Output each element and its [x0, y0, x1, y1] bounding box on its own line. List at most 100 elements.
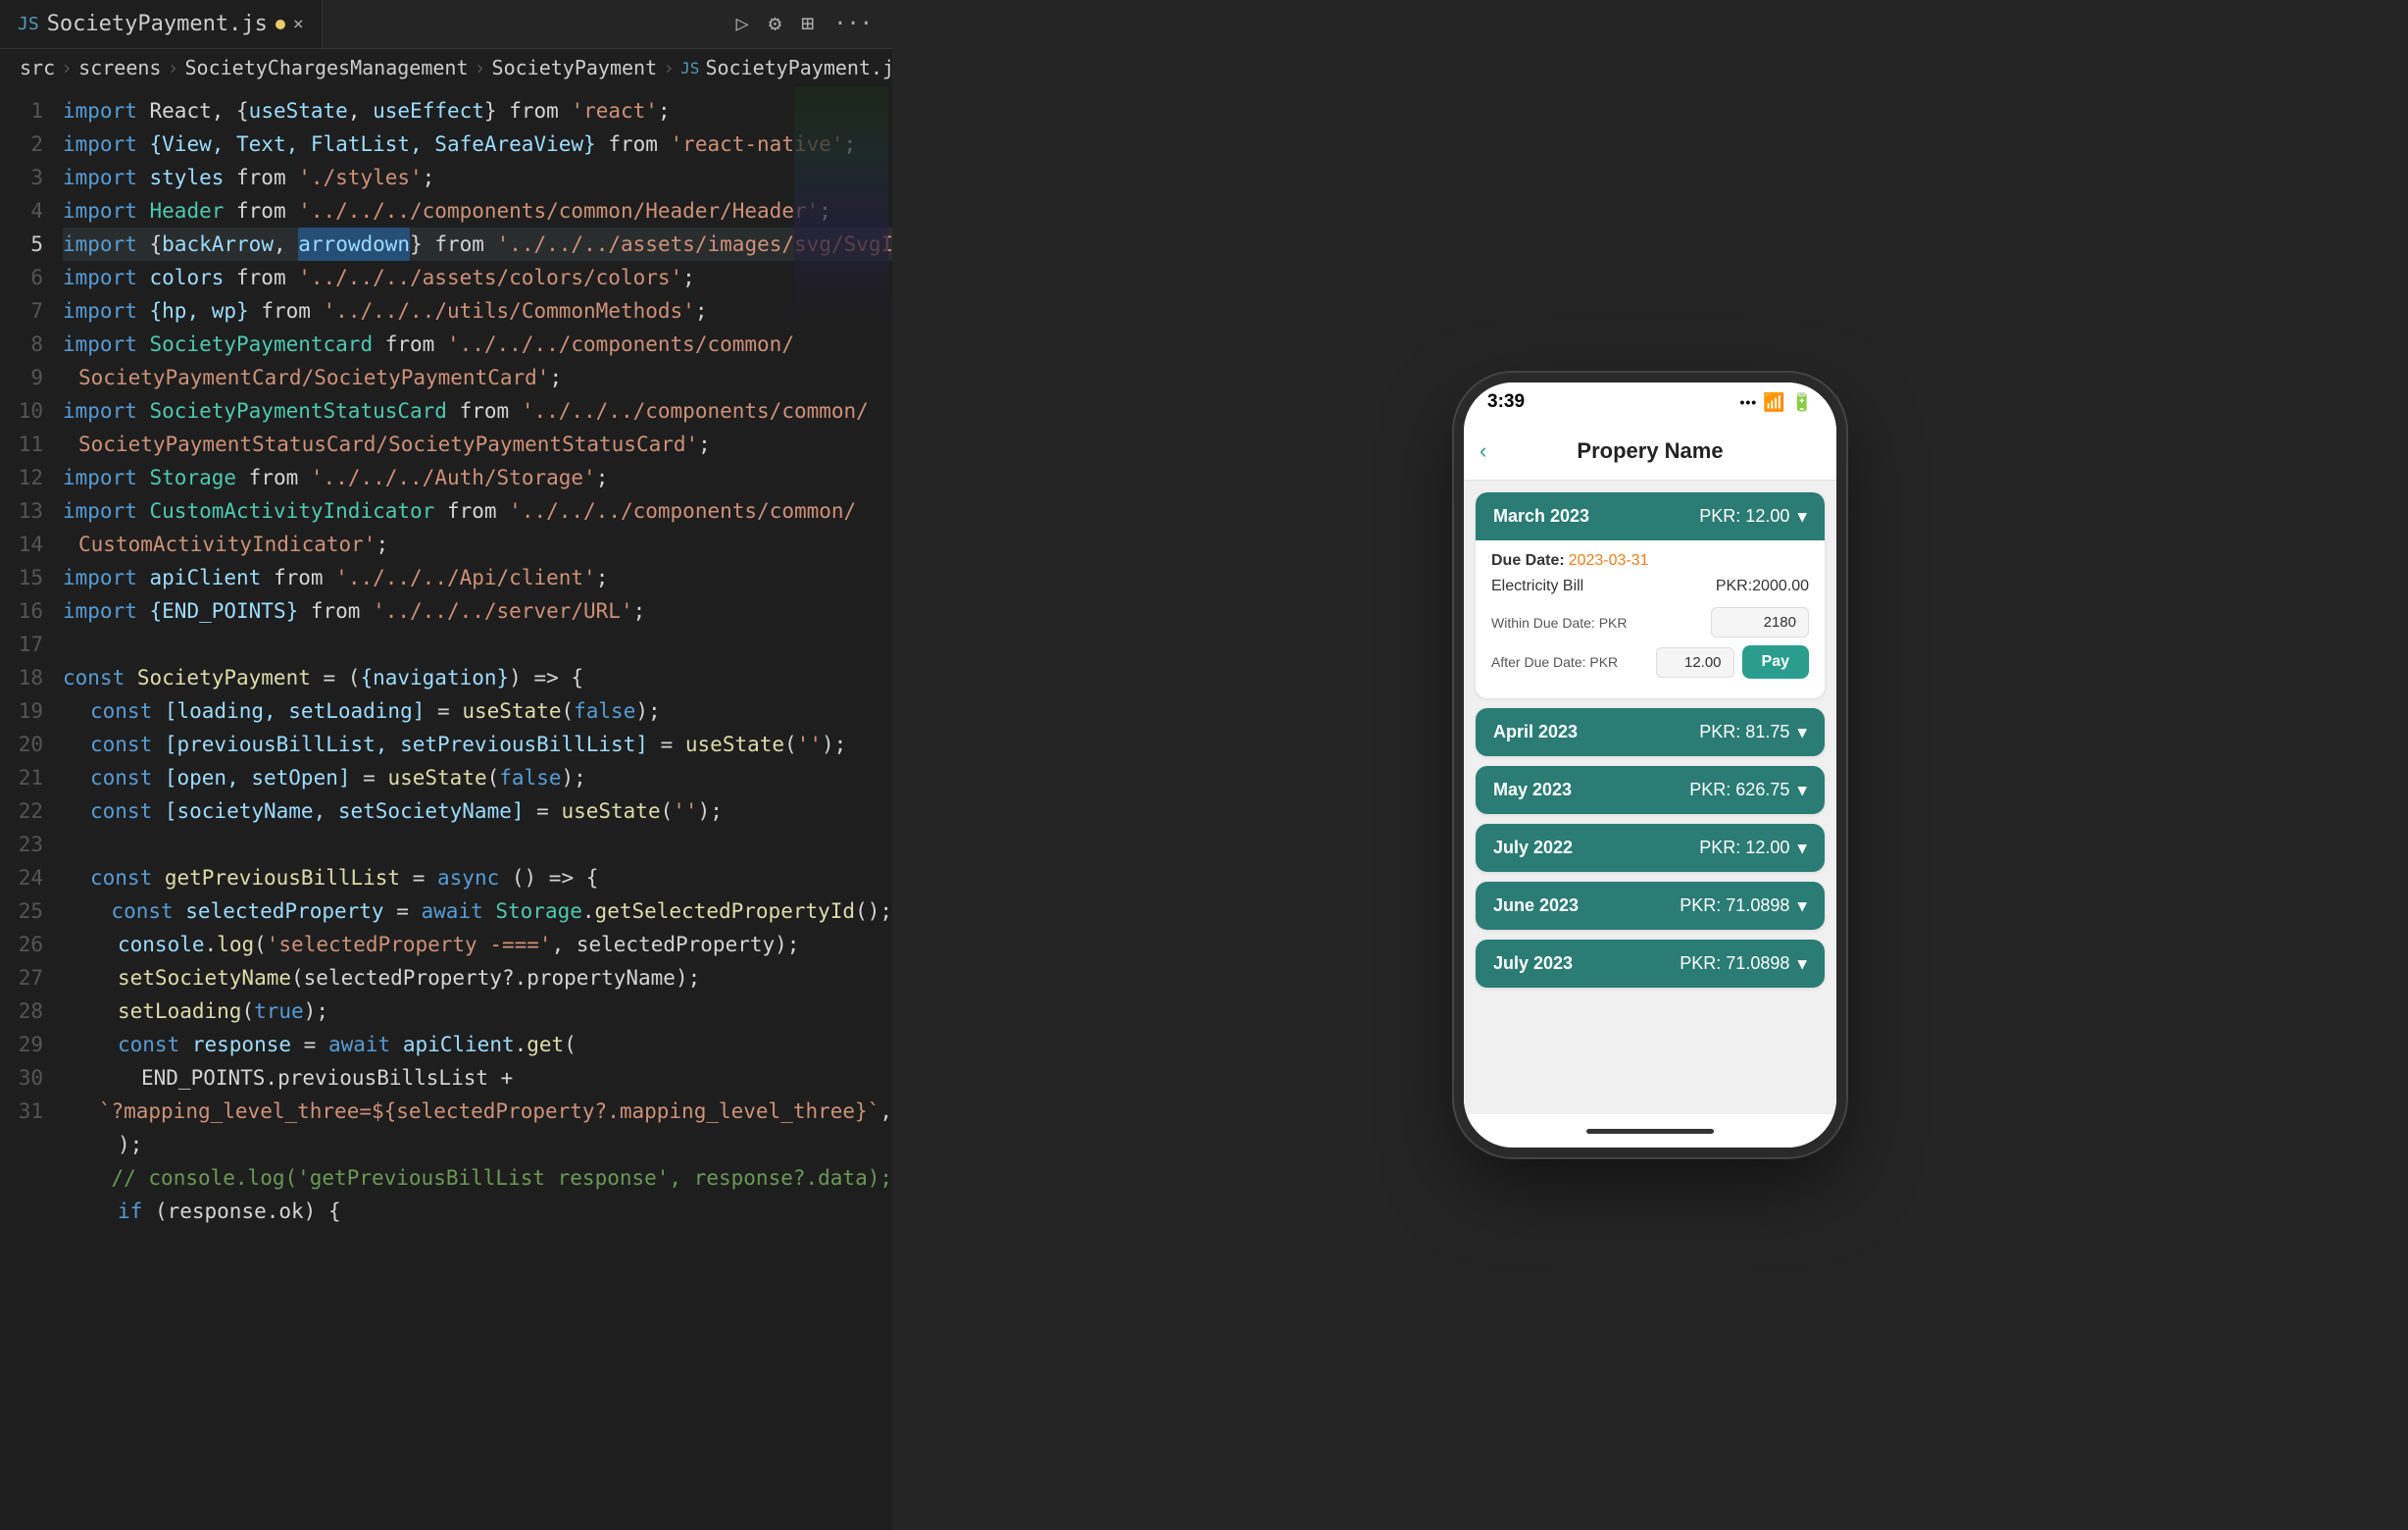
- code-line-12: import apiClient from '../../../Api/clie…: [63, 561, 892, 594]
- payment-right-july2023: PKR: 71.0898 ▼: [1680, 953, 1807, 974]
- active-tab[interactable]: JS SocietyPayment.js ×: [0, 0, 323, 48]
- bc-society[interactable]: SocietyChargesManagement: [185, 56, 469, 79]
- payment-card-march: March 2023 PKR: 12.00 ▼ Due Date: 2023-0…: [1476, 492, 1825, 698]
- phone-bottom-bar: [1464, 1114, 1836, 1148]
- payment-amount-april: PKR: 81.75: [1699, 722, 1789, 742]
- code-line-20: [63, 828, 892, 861]
- code-line-19: const [societyName, setSocietyName] = us…: [63, 794, 892, 828]
- tab-actions: ▷ ⚙ ⊞ ···: [736, 12, 893, 36]
- bc-payment[interactable]: SocietyPayment: [492, 56, 658, 79]
- payment-card-header-march[interactable]: March 2023 PKR: 12.00 ▼: [1476, 492, 1825, 540]
- tab-close-btn[interactable]: ×: [293, 14, 304, 34]
- code-area: 1234 5 6789 10111213 1415161718 19202122…: [0, 86, 892, 1530]
- code-line-6: import colors from '../../../assets/colo…: [63, 261, 892, 294]
- pay-button[interactable]: Pay: [1742, 645, 1809, 679]
- code-line-28: `?mapping_level_three=${selectedProperty…: [63, 1095, 892, 1128]
- payment-right-june: PKR: 71.0898 ▼: [1680, 895, 1807, 916]
- code-line-25: setLoading(true);: [63, 994, 892, 1028]
- payment-card-header-april[interactable]: April 2023 PKR: 81.75 ▼: [1476, 708, 1825, 756]
- payment-card-header-july2023[interactable]: July 2023 PKR: 71.0898 ▼: [1476, 940, 1825, 988]
- wifi-icon: 📶: [1763, 392, 1784, 413]
- code-line-3: import styles from './styles';: [63, 161, 892, 194]
- chevron-may: ▼: [1797, 781, 1807, 799]
- line-numbers: 1234 5 6789 10111213 1415161718 19202122…: [0, 86, 55, 1530]
- code-line-14: [63, 628, 892, 661]
- editor-panel: JS SocietyPayment.js × ▷ ⚙ ⊞ ··· src › s…: [0, 0, 892, 1530]
- code-line-10: import Storage from '../../../Auth/Stora…: [63, 461, 892, 494]
- minimap: [794, 86, 888, 322]
- code-line-11b: CustomActivityIndicator';: [63, 528, 892, 561]
- payment-month-june: June 2023: [1493, 895, 1579, 916]
- code-line-9a: import SocietyPaymentStatusCard from '..…: [63, 394, 892, 428]
- payment-card-july2022: July 2022 PKR: 12.00 ▼: [1476, 824, 1825, 872]
- card-details-march: Due Date: 2023-03-31 Electricity Bill PK…: [1476, 540, 1825, 698]
- run-icon[interactable]: ▷: [736, 12, 749, 36]
- code-line-15: const SocietyPayment = ({navigation}) =>…: [63, 661, 892, 694]
- payment-card-july2023: July 2023 PKR: 71.0898 ▼: [1476, 940, 1825, 988]
- payment-month-july2023: July 2023: [1493, 953, 1573, 974]
- modified-dot: [276, 20, 285, 29]
- payment-amount-july2023: PKR: 71.0898: [1680, 953, 1789, 974]
- bc-filename[interactable]: SocietyPayment.js: [705, 56, 906, 79]
- after-label: After Due Date: PKR: [1491, 654, 1618, 670]
- due-date-row: Due Date: 2023-03-31: [1491, 552, 1809, 570]
- code-line-8b: SocietyPaymentCard/SocietyPaymentCard';: [63, 361, 892, 394]
- payment-month-march: March 2023: [1493, 506, 1589, 527]
- payment-card-may: May 2023 PKR: 626.75 ▼: [1476, 766, 1825, 814]
- chevron-july2023: ▼: [1797, 954, 1807, 973]
- code-line-4: import Header from '../../../components/…: [63, 194, 892, 228]
- code-line-2: import {View, Text, FlatList, SafeAreaVi…: [63, 128, 892, 161]
- debug-icon[interactable]: ⚙: [769, 12, 781, 36]
- code-line-24: setSocietyName(selectedProperty?.propert…: [63, 961, 892, 994]
- payment-list: March 2023 PKR: 12.00 ▼ Due Date: 2023-0…: [1464, 481, 1836, 1114]
- js-file-icon: JS: [18, 14, 39, 34]
- code-line-7: import {hp, wp} from '../../../utils/Com…: [63, 294, 892, 328]
- bc-screens[interactable]: screens: [78, 56, 161, 79]
- after-input[interactable]: [1656, 647, 1734, 678]
- code-line-1: import React, {useState, useEffect} from…: [63, 94, 892, 128]
- chevron-june: ▼: [1797, 896, 1807, 915]
- payment-month-july2022: July 2022: [1493, 838, 1573, 858]
- payment-amount-july2022: PKR: 12.00: [1699, 838, 1789, 858]
- app-header: ‹ Propery Name: [1464, 422, 1836, 481]
- code-line-9b: SocietyPaymentStatusCard/SocietyPaymentS…: [63, 428, 892, 461]
- payment-right-april: PKR: 81.75 ▼: [1699, 722, 1807, 742]
- code-line-21: const getPreviousBillList = async () => …: [63, 861, 892, 894]
- payment-right-july2022: PKR: 12.00 ▼: [1699, 838, 1807, 858]
- bc-src[interactable]: src: [20, 56, 55, 79]
- due-date-value: 2023-03-31: [1569, 552, 1649, 570]
- payment-amount-may: PKR: 626.75: [1689, 780, 1789, 800]
- after-input-group: Pay: [1656, 645, 1809, 679]
- code-line-5: import {backArrow, arrowdown} from '../.…: [63, 228, 892, 261]
- payment-amount-march: PKR: 12.00: [1699, 506, 1789, 527]
- status-bar: 3:39 ••• 📶 🔋: [1464, 382, 1836, 422]
- signal-icon: •••: [1739, 394, 1757, 410]
- back-button[interactable]: ‹: [1480, 438, 1486, 464]
- code-line-13: import {END_POINTS} from '../../../serve…: [63, 594, 892, 628]
- layout-icon[interactable]: ⊞: [801, 12, 814, 36]
- payment-right-march: PKR: 12.00 ▼: [1699, 506, 1807, 527]
- more-icon[interactable]: ···: [833, 12, 873, 36]
- payment-card-header-may[interactable]: May 2023 PKR: 626.75 ▼: [1476, 766, 1825, 814]
- payment-month-april: April 2023: [1493, 722, 1578, 742]
- code-line-18: const [open, setOpen] = useState(false);: [63, 761, 892, 794]
- code-line-27: END_POINTS.previousBillsList +: [63, 1061, 892, 1095]
- within-duedate-row: Within Due Date: PKR: [1491, 607, 1809, 638]
- tab-bar: JS SocietyPayment.js × ▷ ⚙ ⊞ ···: [0, 0, 892, 49]
- payment-card-header-july2022[interactable]: July 2022 PKR: 12.00 ▼: [1476, 824, 1825, 872]
- bill-name: Electricity Bill: [1491, 578, 1583, 595]
- tab-filename: SocietyPayment.js: [47, 12, 268, 36]
- bill-row-electricity: Electricity Bill PKR:2000.00: [1491, 578, 1809, 595]
- chevron-july2022: ▼: [1797, 839, 1807, 857]
- code-line-31: if (response.ok) {: [63, 1195, 892, 1228]
- breadcrumb: src › screens › SocietyChargesManagement…: [0, 49, 892, 86]
- battery-icon: 🔋: [1791, 392, 1813, 413]
- payment-card-header-june[interactable]: June 2023 PKR: 71.0898 ▼: [1476, 882, 1825, 930]
- code-line-16: const [loading, setLoading] = useState(f…: [63, 694, 892, 728]
- code-line-30: // console.log('getPreviousBillList resp…: [63, 1161, 892, 1195]
- home-indicator: [1586, 1129, 1714, 1134]
- within-input[interactable]: [1711, 607, 1809, 638]
- bill-amount: PKR:2000.00: [1716, 578, 1809, 595]
- chevron-april: ▼: [1797, 723, 1807, 741]
- right-panel: 3:39 ••• 📶 🔋 ‹ Propery Name March 2023: [892, 0, 2408, 1530]
